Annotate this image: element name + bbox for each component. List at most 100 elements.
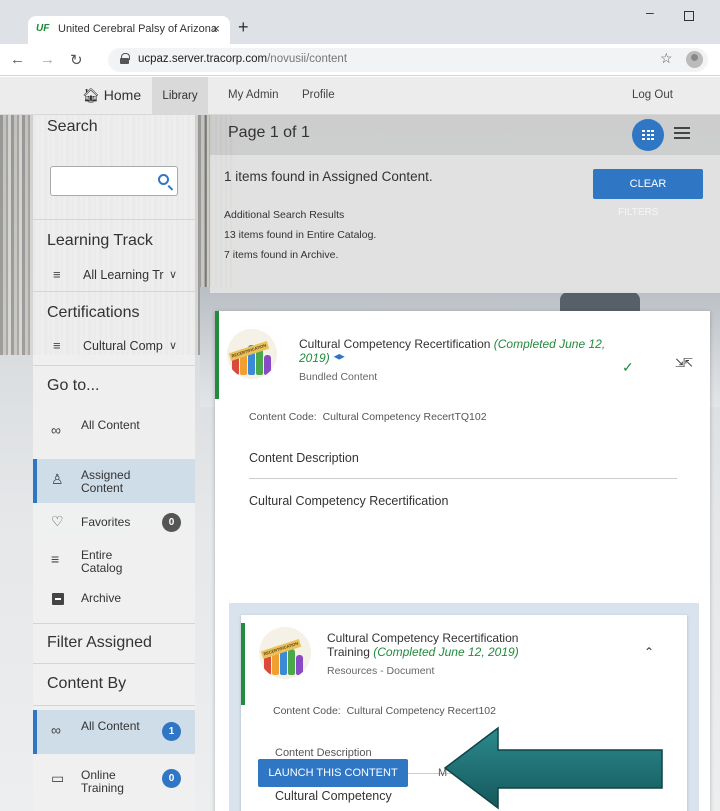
divider (33, 365, 195, 366)
chevron-down-icon: ∨ (169, 340, 178, 352)
check-icon: ✓ (622, 359, 634, 375)
learning-track-dropdown[interactable]: ≡ All Learning Tr ∨ (33, 262, 195, 290)
search-title: Search (47, 118, 98, 135)
site-favicon: UF (36, 23, 50, 34)
chevron-up-icon[interactable]: ⌃ (644, 645, 654, 659)
person-icon: ♙ (51, 471, 64, 487)
sidebar-item-archive[interactable]: Archive (33, 583, 195, 613)
page-indicator: Page 1 of 1 (228, 124, 310, 141)
search-results-summary: 1 items found in Assigned Content. Addit… (210, 155, 720, 293)
maximize-icon[interactable] (684, 11, 694, 21)
recertification-logo: RECERTIFICATION (259, 627, 311, 679)
heart-icon: ♡ (51, 513, 64, 529)
sidebar-item-favorites[interactable]: ♡ Favorites 0 (33, 507, 195, 537)
page: 🏠︎ Home Library My Admin Profile Log Out … (0, 77, 720, 811)
archive-icon (52, 593, 64, 605)
grid-view-button[interactable] (632, 119, 664, 151)
filter-title: Filter Assigned (47, 634, 152, 651)
divider (33, 705, 195, 706)
pagination-bar: Page 1 of 1 (210, 115, 720, 155)
new-tab-button[interactable]: + (238, 17, 249, 38)
browser-tab[interactable]: UF United Cerebral Palsy of Arizona × (28, 16, 230, 44)
clear-filters-button[interactable]: CLEAR (593, 169, 703, 199)
home-icon: 🏠︎ (82, 87, 100, 103)
description-heading: Content Description (249, 451, 359, 465)
pointer-arrow-annotation (443, 726, 663, 810)
divider (33, 663, 195, 664)
description-value: Cultural Competency Recertification (249, 494, 449, 508)
nav-profile[interactable]: Profile (302, 89, 335, 101)
back-icon[interactable]: ← (10, 51, 25, 68)
minimize-icon[interactable]: – (646, 4, 654, 20)
goto-title: Go to... (47, 377, 100, 394)
tab-close-icon[interactable]: × (212, 21, 220, 36)
divider (33, 291, 195, 292)
entire-catalog-results-link[interactable]: 13 items found in Entire Catalog. (224, 229, 376, 241)
grid-icon (642, 130, 654, 140)
results-count: 1 items found in Assigned Content. (224, 169, 433, 184)
list-view-button[interactable] (674, 127, 690, 141)
list-icon: ≡ (53, 267, 61, 282)
completed-date: (Completed June 12, 2019) (373, 645, 519, 659)
sidebar-item-label: Entire Catalog (81, 548, 123, 575)
completed-status-bar (215, 311, 219, 399)
content-code: Content Code: Cultural Competency Recert… (273, 705, 496, 717)
archive-results-link[interactable]: 7 items found in Archive. (224, 249, 338, 261)
filter-title-2: Content By (47, 675, 127, 692)
description-heading: Content Description (275, 747, 372, 759)
graduation-cap-icon (333, 354, 345, 360)
filter-item-all-content[interactable]: ∞ All Content 1 (33, 710, 195, 754)
content-code: Content Code: Cultural Competency Recert… (249, 411, 487, 423)
search-input[interactable] (50, 166, 178, 196)
learning-track-value: All Learning Tr (83, 268, 164, 282)
infinity-icon: ∞ (51, 422, 61, 438)
filter-item-label: All Content (81, 719, 140, 733)
list-icon: ≡ (53, 338, 61, 353)
divider (33, 623, 195, 624)
nav-my-admin[interactable]: My Admin (228, 89, 279, 101)
chevron-down-icon: ∨ (169, 269, 178, 281)
nav-home[interactable]: 🏠︎ Home (82, 87, 141, 104)
sidebar-item-label: Favorites (81, 515, 131, 529)
url-field[interactable]: ucpaz.server.tracorp.com/novusii/content… (108, 48, 708, 72)
content-type: Bundled Content (299, 371, 378, 383)
online-training-count-badge: 0 (162, 769, 181, 788)
nav-logout[interactable]: Log Out (632, 89, 673, 101)
tab-title: United Cerebral Palsy of Arizona (58, 23, 217, 35)
collapse-icon[interactable]: ⇲⇱ (675, 356, 693, 370)
filter-item-online-training[interactable]: ▭ Online Training 0 (33, 760, 195, 800)
certifications-dropdown[interactable]: ≡ Cultural Comp ∨ (33, 333, 195, 361)
forward-icon[interactable]: → (40, 51, 55, 68)
sidebar: Search Learning Track ≡ All Learning Tr … (33, 115, 195, 811)
url-text: ucpaz.server.tracorp.com/novusii/content (138, 53, 348, 65)
list-icon: ≡ (51, 551, 60, 567)
divider (249, 478, 677, 479)
completed-status-bar (241, 623, 245, 705)
address-bar: ← → ↻ ucpaz.server.tracorp.com/novusii/c… (0, 44, 720, 76)
recertification-logo: RECERTIFICATION (227, 329, 277, 379)
nav-library[interactable]: Library (152, 77, 208, 115)
reload-icon[interactable]: ↻ (70, 51, 83, 69)
infinity-icon: ∞ (51, 722, 61, 738)
star-icon[interactable]: ☆ (660, 50, 673, 67)
sidebar-item-all-content[interactable]: ∞ All Content (33, 410, 195, 452)
sidebar-item-entire-catalog[interactable]: ≡ Entire Catalog (33, 543, 195, 577)
additional-results-heading: Additional Search Results (224, 209, 345, 221)
content-title[interactable]: Cultural Competency Recertification (Com… (299, 337, 609, 365)
search-icon[interactable] (158, 174, 169, 185)
launch-content-button[interactable]: LAUNCH THIS CONTENT (258, 759, 408, 787)
sidebar-item-label: Assigned Content (81, 468, 131, 495)
monitor-icon: ▭ (51, 770, 65, 786)
certifications-title: Certifications (47, 304, 140, 321)
resource-type: Resources - Document (327, 665, 435, 677)
learning-track-title: Learning Track (47, 232, 153, 249)
sidebar-item-assigned-content[interactable]: ♙ Assigned Content (33, 459, 195, 503)
favorites-count-badge: 0 (162, 513, 181, 532)
profile-icon[interactable] (686, 51, 703, 68)
lock-icon (120, 53, 130, 64)
sidebar-item-label: All Content (81, 418, 140, 432)
filter-item-label: Online Training (81, 768, 124, 795)
resource-title[interactable]: Cultural Competency Recertification Train… (327, 631, 627, 659)
all-content-count-badge: 1 (162, 722, 181, 741)
sidebar-item-label: Archive (81, 591, 122, 605)
